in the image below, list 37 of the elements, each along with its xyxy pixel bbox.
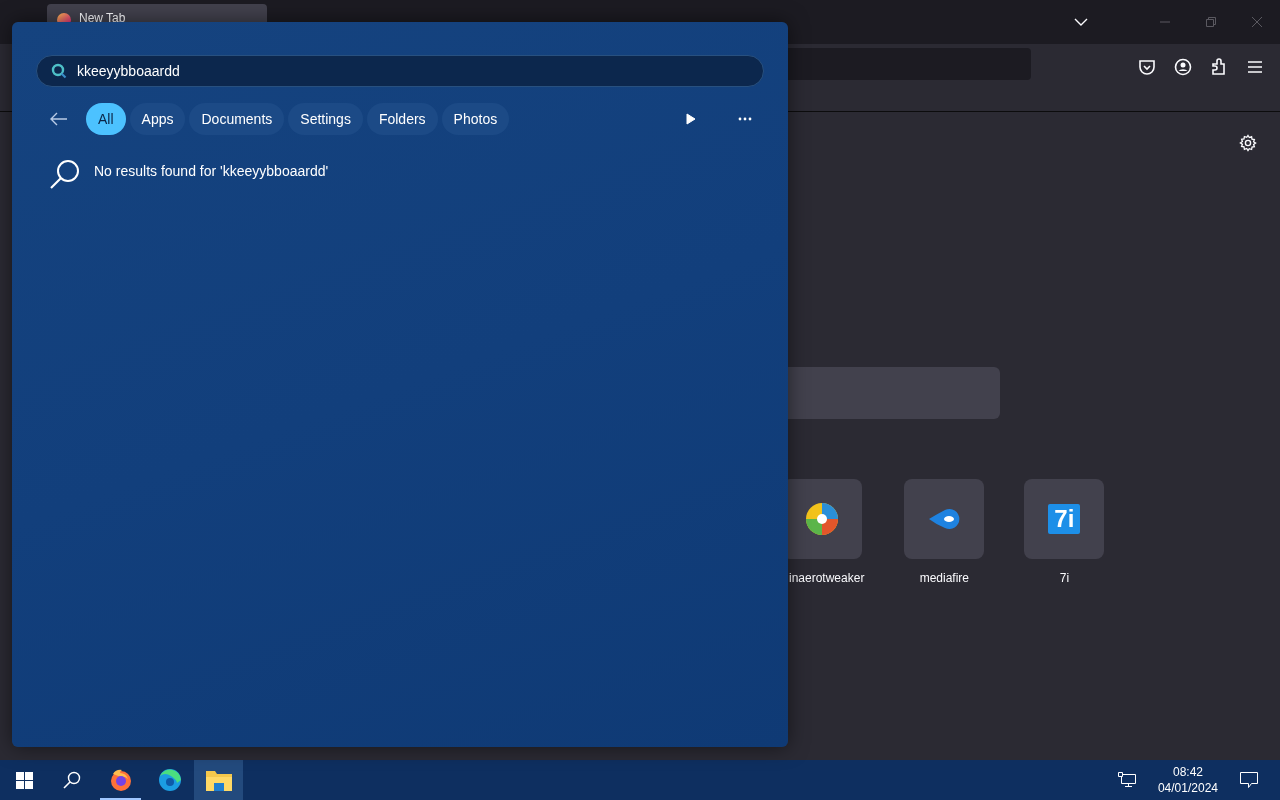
search-icon [63, 771, 81, 789]
folder-icon [205, 769, 232, 791]
filter-tab[interactable]: All [86, 103, 126, 135]
taskbar-app[interactable] [194, 760, 243, 800]
shortcut-label: 7i [1059, 570, 1070, 587]
restore-icon[interactable] [1206, 17, 1216, 27]
notification-icon[interactable] [1240, 772, 1258, 788]
play-icon[interactable] [686, 113, 696, 125]
clock-date: 04/01/2024 [1157, 780, 1218, 796]
site-logo: 7i [1048, 504, 1081, 534]
search-box[interactable]: kkeeyybboaardd [36, 55, 764, 87]
back-arrow-icon[interactable] [50, 112, 68, 126]
network-icon[interactable] [1117, 772, 1136, 788]
chevron-down-icon[interactable] [1074, 18, 1088, 26]
settings-icon[interactable] [1239, 134, 1257, 152]
search-field[interactable]: kkeeyybboaardd [77, 60, 763, 82]
search-icon [51, 63, 67, 79]
shortcut-label: mediafire [919, 570, 970, 587]
firefox-icon [108, 768, 133, 792]
filter-tab[interactable]: Apps [129, 103, 186, 135]
close-icon[interactable] [1252, 17, 1262, 27]
search-icon [50, 159, 80, 189]
no-results-message: No results found for 'kkeeyybboaardd' [94, 162, 329, 181]
clock-time: 08:42 [1171, 764, 1204, 780]
tab-title: New Tab [79, 12, 126, 24]
filter-tab[interactable]: Documents [189, 103, 285, 135]
shortcut-tile[interactable] [904, 479, 985, 559]
filter-tab[interactable]: Settings [288, 103, 363, 135]
edge-icon [157, 768, 182, 792]
account-icon[interactable] [1172, 56, 1194, 78]
windows-icon [15, 771, 33, 789]
flame-icon [927, 508, 962, 530]
filter-tab[interactable]: Folders [366, 103, 438, 135]
clock[interactable]: 08:42 04/01/2024 [1157, 764, 1218, 796]
shortcut-label: inaerotweaker [789, 570, 865, 587]
filter-tab[interactable]: Photos [441, 103, 510, 135]
more-icon[interactable] [738, 117, 752, 121]
